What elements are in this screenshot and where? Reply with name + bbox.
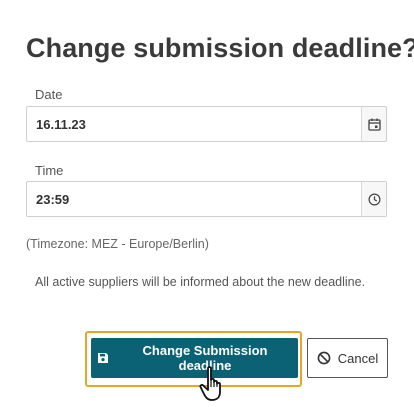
timezone-note: (Timezone: MEZ - Europe/Berlin) xyxy=(26,237,209,251)
date-field-wrapper xyxy=(26,106,387,142)
clock-icon xyxy=(367,192,381,206)
time-picker-button[interactable] xyxy=(361,182,386,216)
time-input[interactable] xyxy=(27,182,361,216)
date-label: Date xyxy=(35,87,63,102)
date-input[interactable] xyxy=(27,107,361,141)
save-icon xyxy=(97,352,109,364)
time-field-wrapper xyxy=(26,181,387,217)
info-text: All active suppliers will be informed ab… xyxy=(35,275,366,289)
change-submission-deadline-button[interactable]: Change Submission deadline xyxy=(91,338,298,378)
date-picker-button[interactable] xyxy=(361,107,386,141)
dialog-title: Change submission deadline? xyxy=(26,33,414,63)
calendar-icon xyxy=(367,118,381,131)
hand-cursor-icon xyxy=(199,366,229,407)
time-label: Time xyxy=(35,163,64,178)
cancel-button[interactable]: Cancel xyxy=(307,338,388,378)
cancel-label: Cancel xyxy=(337,350,379,366)
cancel-icon xyxy=(317,351,331,365)
